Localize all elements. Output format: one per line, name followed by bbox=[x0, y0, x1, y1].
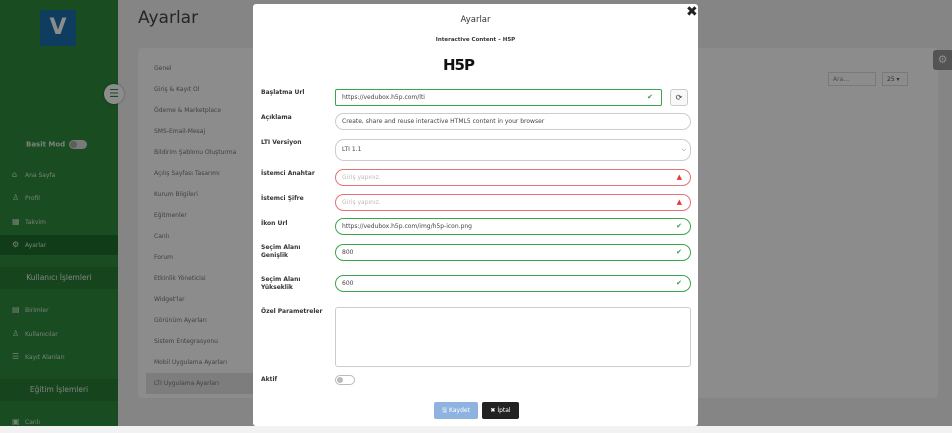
selection-width-label: Seçim Alanı Genişlik bbox=[261, 244, 301, 259]
refresh-icon: ⟳ bbox=[675, 93, 683, 102]
save-icon: 🖫 bbox=[442, 407, 450, 414]
selection-height-value: 600 bbox=[342, 280, 354, 287]
check-icon: ✔ bbox=[647, 93, 653, 101]
active-label: Aktif bbox=[261, 376, 278, 383]
save-button-label: Kaydet bbox=[449, 407, 470, 414]
check-icon: ✔ bbox=[676, 222, 682, 230]
selection-width-field[interactable]: 800 ✔ bbox=[335, 244, 691, 261]
client-secret-field[interactable]: Giriş yapınız. ▲ bbox=[335, 194, 691, 211]
active-toggle[interactable] bbox=[335, 375, 355, 385]
modal-subtitle: Interactive Content – H5P bbox=[435, 37, 516, 43]
launch-url-field[interactable]: https://vedubox.h5p.com/lti ✔ bbox=[335, 89, 662, 106]
icon-url-label: İkon Url bbox=[261, 220, 288, 227]
lti-version-select[interactable]: LTI 1.1 ⌵ bbox=[335, 139, 691, 161]
client-key-placeholder: Giriş yapınız. bbox=[342, 174, 381, 181]
h5p-logo: H5P bbox=[443, 56, 475, 74]
check-icon: ✔ bbox=[676, 279, 682, 287]
warning-icon: ▲ bbox=[676, 198, 682, 206]
client-secret-placeholder: Giriş yapınız. bbox=[342, 199, 381, 206]
client-key-label: İstemci Anahtar bbox=[261, 170, 315, 177]
check-icon: ✔ bbox=[676, 248, 682, 256]
icon-url-field[interactable]: https://vedubox.h5p.com/img/h5p-icon.png… bbox=[335, 218, 691, 235]
selection-height-label: Seçim Alanı Yükseklik bbox=[261, 276, 301, 291]
selection-height-field[interactable]: 600 ✔ bbox=[335, 275, 691, 292]
client-secret-label: İstemci Şifre bbox=[261, 195, 304, 202]
save-button[interactable]: 🖫 Kaydet bbox=[434, 402, 478, 419]
description-field[interactable]: Create, share and reuse interactive HTML… bbox=[335, 113, 691, 130]
launch-url-label: Başlatma Url bbox=[261, 89, 305, 96]
refresh-button[interactable]: ⟳ bbox=[670, 89, 688, 106]
cancel-button-label: İptal bbox=[497, 407, 511, 414]
custom-params-textarea[interactable] bbox=[335, 307, 691, 367]
client-key-field[interactable]: Giriş yapınız. ▲ bbox=[335, 169, 691, 186]
description-label: Açıklama bbox=[261, 114, 292, 121]
chevron-down-icon: ⌵ bbox=[681, 146, 686, 153]
lti-version-value: LTI 1.1 bbox=[342, 146, 362, 153]
cancel-button[interactable]: ✖ İptal bbox=[482, 402, 519, 419]
selection-width-value: 800 bbox=[342, 249, 354, 256]
lti-version-label: LTI Versiyon bbox=[261, 139, 302, 146]
modal-title: Ayarlar bbox=[460, 15, 491, 25]
launch-url-value: https://vedubox.h5p.com/lti bbox=[342, 94, 425, 101]
lti-settings-modal: ✖ Ayarlar Interactive Content – H5P H5P … bbox=[253, 4, 698, 426]
description-value: Create, share and reuse interactive HTML… bbox=[342, 118, 545, 125]
icon-url-value: https://vedubox.h5p.com/img/h5p-icon.png bbox=[342, 223, 472, 230]
warning-icon: ▲ bbox=[676, 173, 682, 181]
custom-params-label: Özel Parametreler bbox=[261, 308, 323, 315]
